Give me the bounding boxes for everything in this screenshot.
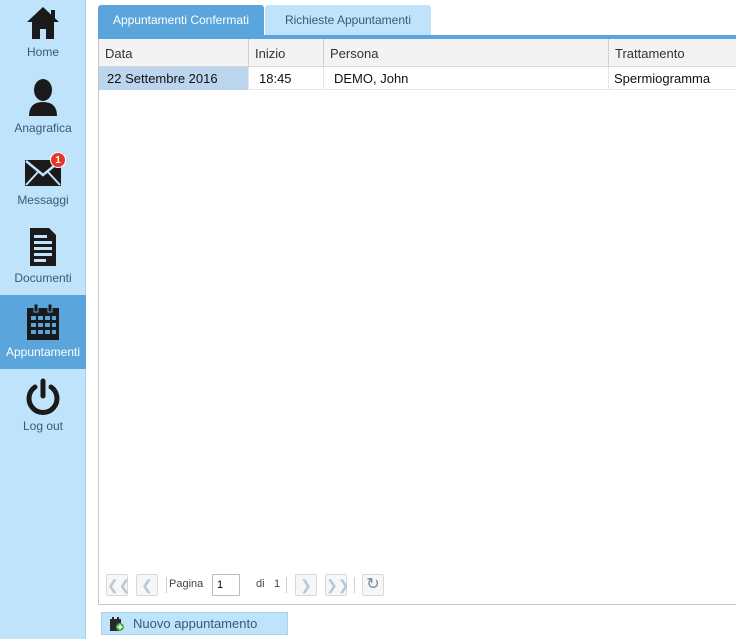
last-page-button[interactable]: ❯❯ [325,574,350,596]
column-header-inizio[interactable]: Inizio [249,39,324,67]
sidebar-item-label: Messaggi [17,193,69,207]
sidebar-item-logout[interactable]: Log out [0,378,86,436]
sidebar-item-label: Log out [22,419,64,433]
new-appointment-label: Nuovo appuntamento [133,616,258,631]
new-appointment-button[interactable]: Nuovo appuntamento [101,612,288,635]
sidebar-item-home[interactable]: Home [0,4,86,66]
calendar-icon [27,303,59,340]
grid-header: Data Inizio Persona Trattamento [99,39,736,67]
prev-page-button[interactable]: ❮ [136,574,158,596]
cell-inizio: 18:45 [249,67,324,90]
next-page-button[interactable]: ❯ [295,574,317,596]
sidebar-item-appuntamenti[interactable]: Appuntamenti [0,295,86,369]
power-icon [26,378,60,415]
sidebar-item-label: Home [26,45,59,59]
cell-trattamento: Spermiogramma [614,71,711,86]
sidebar-item-label: Appuntamenti [5,345,81,359]
cell-data: 22 Settembre 2016 [99,67,249,90]
home-icon [27,7,59,39]
chevron-right-icon: ❯ [300,577,312,593]
pagination-toolbar: ❮❮ ❮ Pagina di 1 ❯ ❯❯ ↻ [99,571,736,599]
chevron-left-icon: ❮ [141,577,153,593]
pager-separator [354,577,355,593]
tab-richieste-appuntamenti[interactable]: Richieste Appuntamenti [265,5,431,36]
double-chevron-left-icon: ❮❮ [107,577,131,593]
column-header-persona[interactable]: Persona [324,39,609,67]
sidebar-item-label: Anagrafica [14,121,72,135]
appointments-grid: Data Inizio Persona Trattamento 22 Sette… [98,39,736,605]
table-row[interactable]: 22 Settembre 2016 18:45 DEMO, John Sperm… [99,67,736,90]
pager-separator [166,577,167,593]
calendar-add-icon [110,617,124,631]
column-header-trattamento[interactable]: Trattamento [609,39,736,67]
document-icon [30,228,56,266]
page-number-input[interactable] [212,574,240,596]
first-page-button[interactable]: ❮❮ [106,574,131,596]
cell-persona: DEMO, John [324,67,609,90]
sidebar: Home Anagrafica 1 Messaggi Documenti App… [0,0,86,639]
tab-appuntamenti-confermati[interactable]: Appuntamenti Confermati [98,5,264,36]
sidebar-item-anagrafica[interactable]: Anagrafica [0,78,86,138]
unread-badge: 1 [50,152,66,168]
person-icon [29,79,57,116]
total-pages: 1 [274,578,281,590]
sidebar-item-label: Documenti [14,271,72,285]
pager-separator [286,577,287,593]
refresh-icon: ↻ [366,576,380,593]
refresh-button[interactable]: ↻ [362,574,384,596]
page-label: Pagina [169,578,204,590]
of-label: di [256,578,265,590]
main-panel: Appuntamenti Confermati Richieste Appunt… [86,0,736,639]
column-header-data[interactable]: Data [99,39,249,67]
sidebar-item-messaggi[interactable]: 1 Messaggi [0,152,86,212]
sidebar-item-documenti[interactable]: Documenti [0,226,86,288]
double-chevron-right-icon: ❯❯ [326,577,350,593]
